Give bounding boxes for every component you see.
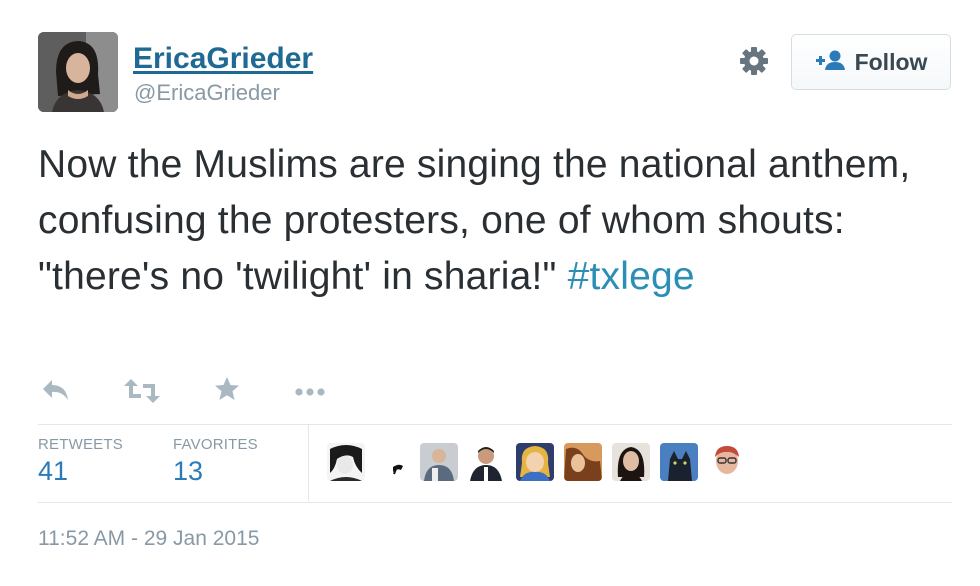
favorites-stat[interactable]: FAVORITES 13 (173, 436, 258, 487)
divider-bottom (38, 502, 952, 503)
favoriter-avatar[interactable] (516, 443, 554, 481)
reply-icon[interactable] (42, 378, 70, 407)
favorite-star-icon[interactable] (214, 376, 240, 407)
favoriter-avatar[interactable] (327, 443, 365, 481)
gear-icon[interactable] (737, 44, 771, 78)
more-options-icon[interactable] (294, 384, 326, 402)
retweets-label: RETWEETS (38, 436, 123, 453)
favorites-label: FAVORITES (173, 436, 258, 453)
favoriter-avatar[interactable] (373, 443, 411, 481)
favoriter-avatar[interactable] (660, 443, 698, 481)
user-handle: @EricaGrieder (134, 80, 280, 105)
favoriter-avatar[interactable] (708, 443, 746, 481)
display-name-link[interactable]: EricaGrieder (133, 42, 313, 76)
tweet-body: Now the Muslims are singing the national… (38, 143, 911, 298)
favoriter-avatar[interactable] (467, 443, 505, 481)
favoriter-avatar[interactable] (564, 443, 602, 481)
divider-top (38, 424, 952, 425)
favoriter-avatar[interactable] (612, 443, 650, 481)
hashtag-link[interactable]: #txlege (568, 255, 695, 298)
retweets-stat[interactable]: RETWEETS 41 (38, 436, 123, 487)
profile-avatar[interactable] (38, 32, 118, 112)
retweets-count: 41 (38, 456, 69, 486)
favoriter-avatar[interactable] (420, 443, 458, 481)
favorites-count: 13 (173, 456, 204, 486)
tweet-timestamp[interactable]: 11:52 AM - 29 Jan 2015 (38, 527, 259, 551)
follow-button[interactable]: Follow (791, 34, 951, 90)
follow-label: Follow (854, 48, 928, 75)
retweet-icon[interactable] (124, 379, 160, 408)
stats-separator (308, 425, 309, 501)
add-user-icon (815, 49, 845, 76)
tweet-text: Now the Muslims are singing the national… (38, 137, 958, 305)
